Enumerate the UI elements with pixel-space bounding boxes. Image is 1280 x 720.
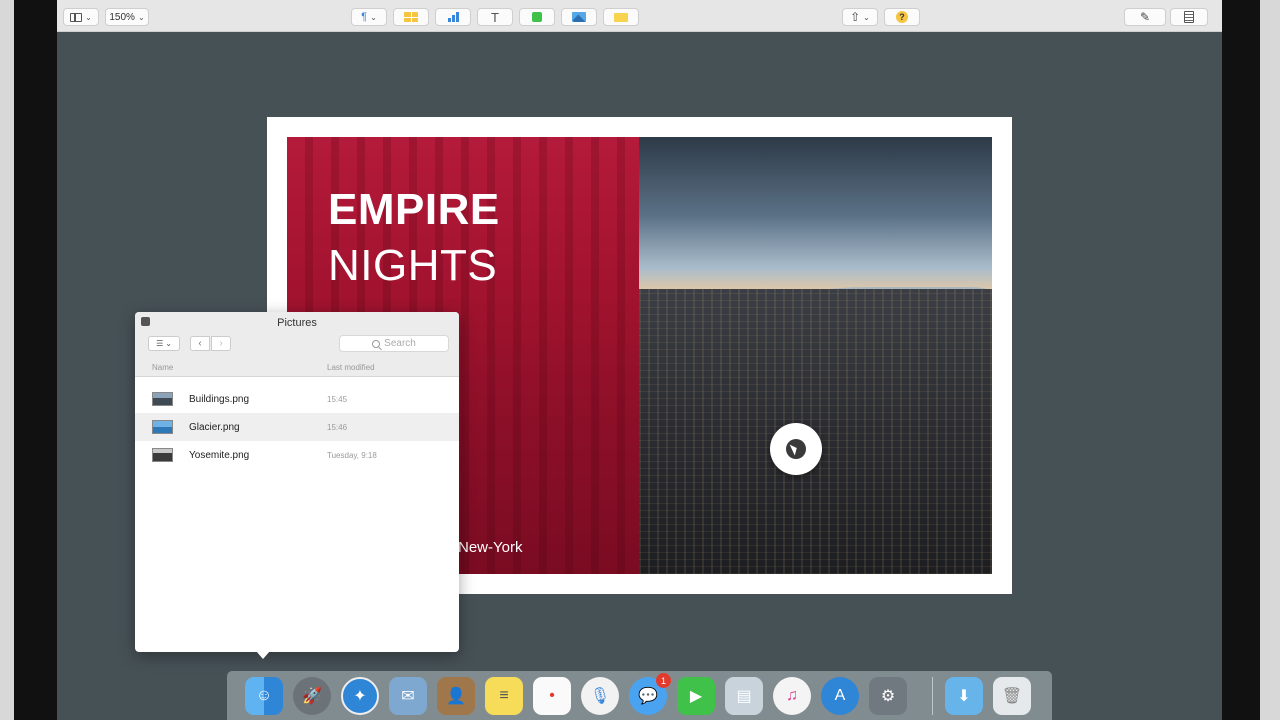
- text-button[interactable]: T: [477, 8, 513, 26]
- siri-icon[interactable]: 🎙: [581, 677, 619, 715]
- image-thumbnail: [152, 448, 173, 462]
- app-store-icon[interactable]: A: [821, 677, 859, 715]
- drag-cursor-indicator: [770, 423, 822, 475]
- slide-title-bold[interactable]: EMPIRE: [328, 185, 500, 235]
- image-thumbnail: [152, 420, 173, 434]
- reminders-icon[interactable]: •: [533, 677, 571, 715]
- launchpad-icon[interactable]: 🚀: [293, 677, 331, 715]
- image-thumbnail: [152, 392, 173, 406]
- table-button[interactable]: [393, 8, 429, 26]
- city-photo[interactable]: [639, 137, 992, 574]
- chevron-down-icon: ⌄: [165, 339, 172, 348]
- dock: ☺ 🚀 ✦ ✉ 👤 ≡ • 🎙 💬 1 ▶ ▤ ♫ A ⚙ ⬇ 🗑: [227, 671, 1052, 720]
- list-item[interactable]: Yosemite.png Tuesday, 9:18: [135, 441, 459, 469]
- zoom-button[interactable]: 150% ⌄: [105, 8, 149, 26]
- safari-icon[interactable]: ✦: [341, 677, 379, 715]
- messages-icon[interactable]: 💬 1: [629, 673, 671, 715]
- forward-button[interactable]: ›: [211, 336, 231, 351]
- downloads-folder-icon[interactable]: ⬇: [945, 677, 983, 715]
- trash-icon[interactable]: 🗑: [993, 677, 1031, 715]
- file-name: Glacier.png: [189, 421, 240, 433]
- file-modified: 15:45: [327, 394, 348, 404]
- column-header-name[interactable]: Name: [152, 363, 173, 372]
- back-button[interactable]: ‹: [190, 336, 210, 351]
- chevron-left-icon: ‹: [198, 338, 202, 349]
- dock-separator: [932, 677, 933, 715]
- comment-icon: [614, 12, 628, 22]
- zoom-level: 150%: [109, 11, 135, 23]
- format-button[interactable]: ✎: [1124, 8, 1166, 26]
- file-modified: 15:46: [327, 422, 348, 432]
- text-icon: T: [491, 9, 499, 25]
- search-icon: [372, 339, 381, 348]
- list-item[interactable]: Buildings.png 15:45: [135, 385, 459, 413]
- table-icon: [404, 12, 418, 22]
- column-header-modified[interactable]: Last modified: [327, 363, 375, 372]
- document-button[interactable]: [1170, 8, 1208, 26]
- shape-icon: [532, 12, 542, 22]
- list-view-button[interactable]: ☰ ⌄: [148, 336, 180, 351]
- chevron-down-icon: ⌄: [863, 12, 870, 22]
- sidebar-icon: [70, 12, 83, 22]
- contacts-icon[interactable]: 👤: [437, 677, 475, 715]
- facetime-icon[interactable]: ▶: [677, 677, 715, 715]
- chevron-down-icon: ⌄: [137, 12, 145, 22]
- chevron-right-icon: ›: [219, 338, 223, 349]
- media-button[interactable]: [561, 8, 597, 26]
- tips-button[interactable]: ?: [884, 8, 920, 26]
- file-name: Buildings.png: [189, 393, 250, 405]
- list-item[interactable]: Glacier.png 15:46: [135, 413, 459, 441]
- screen-bezel-left: [0, 0, 57, 720]
- format-brush-icon: ✎: [1139, 10, 1151, 24]
- slide-subtitle[interactable]: New-York: [458, 539, 522, 556]
- chart-button[interactable]: [435, 8, 471, 26]
- comment-button[interactable]: [603, 8, 639, 26]
- chevron-down-icon: ⌄: [85, 12, 92, 22]
- notes-icon[interactable]: ≡: [485, 677, 523, 715]
- finder-icon[interactable]: ☺: [245, 677, 283, 715]
- picker-pointer: [256, 651, 270, 659]
- notification-badge: 1: [656, 673, 671, 688]
- pointer-icon: [786, 439, 806, 459]
- view-menu-button[interactable]: ⌄: [63, 8, 99, 26]
- file-name: Yosemite.png: [189, 449, 250, 461]
- chart-icon: [447, 12, 459, 22]
- toolbar: ⌄ 150% ⌄ ¶ ⌄ T ⇧ ⌄ ? ✎: [57, 0, 1222, 32]
- document-icon: [1184, 11, 1194, 23]
- photos-icon[interactable]: ▤: [725, 677, 763, 715]
- insert-text-button[interactable]: ¶ ⌄: [351, 8, 387, 26]
- share-icon: ⇧: [850, 10, 861, 24]
- search-placeholder: Search: [384, 338, 416, 349]
- shape-button[interactable]: [519, 8, 555, 26]
- paragraph-icon: ¶: [361, 11, 368, 23]
- mail-icon[interactable]: ✉: [389, 677, 427, 715]
- pictures-picker: Pictures ☰ ⌄ ‹ › Search Name Last modifi…: [135, 312, 459, 652]
- system-preferences-icon[interactable]: ⚙: [869, 677, 907, 715]
- media-icon: [572, 12, 586, 22]
- chevron-down-icon: ⌄: [370, 12, 377, 22]
- slide-title-light[interactable]: NIGHTS: [328, 241, 497, 291]
- share-button[interactable]: ⇧ ⌄: [842, 8, 878, 26]
- screen-bezel-right: [1222, 0, 1280, 720]
- help-icon: ?: [896, 11, 908, 23]
- list-icon: ☰: [156, 339, 164, 348]
- picker-header: Pictures ☰ ⌄ ‹ › Search Name Last modifi…: [135, 312, 459, 377]
- file-modified: Tuesday, 9:18: [327, 450, 377, 460]
- keynote-window: ⌄ 150% ⌄ ¶ ⌄ T ⇧ ⌄ ? ✎ EMPIRE NIGHTS New…: [57, 0, 1222, 720]
- search-input[interactable]: Search: [339, 335, 449, 352]
- itunes-icon[interactable]: ♫: [773, 677, 811, 715]
- picker-title: Pictures: [277, 317, 317, 329]
